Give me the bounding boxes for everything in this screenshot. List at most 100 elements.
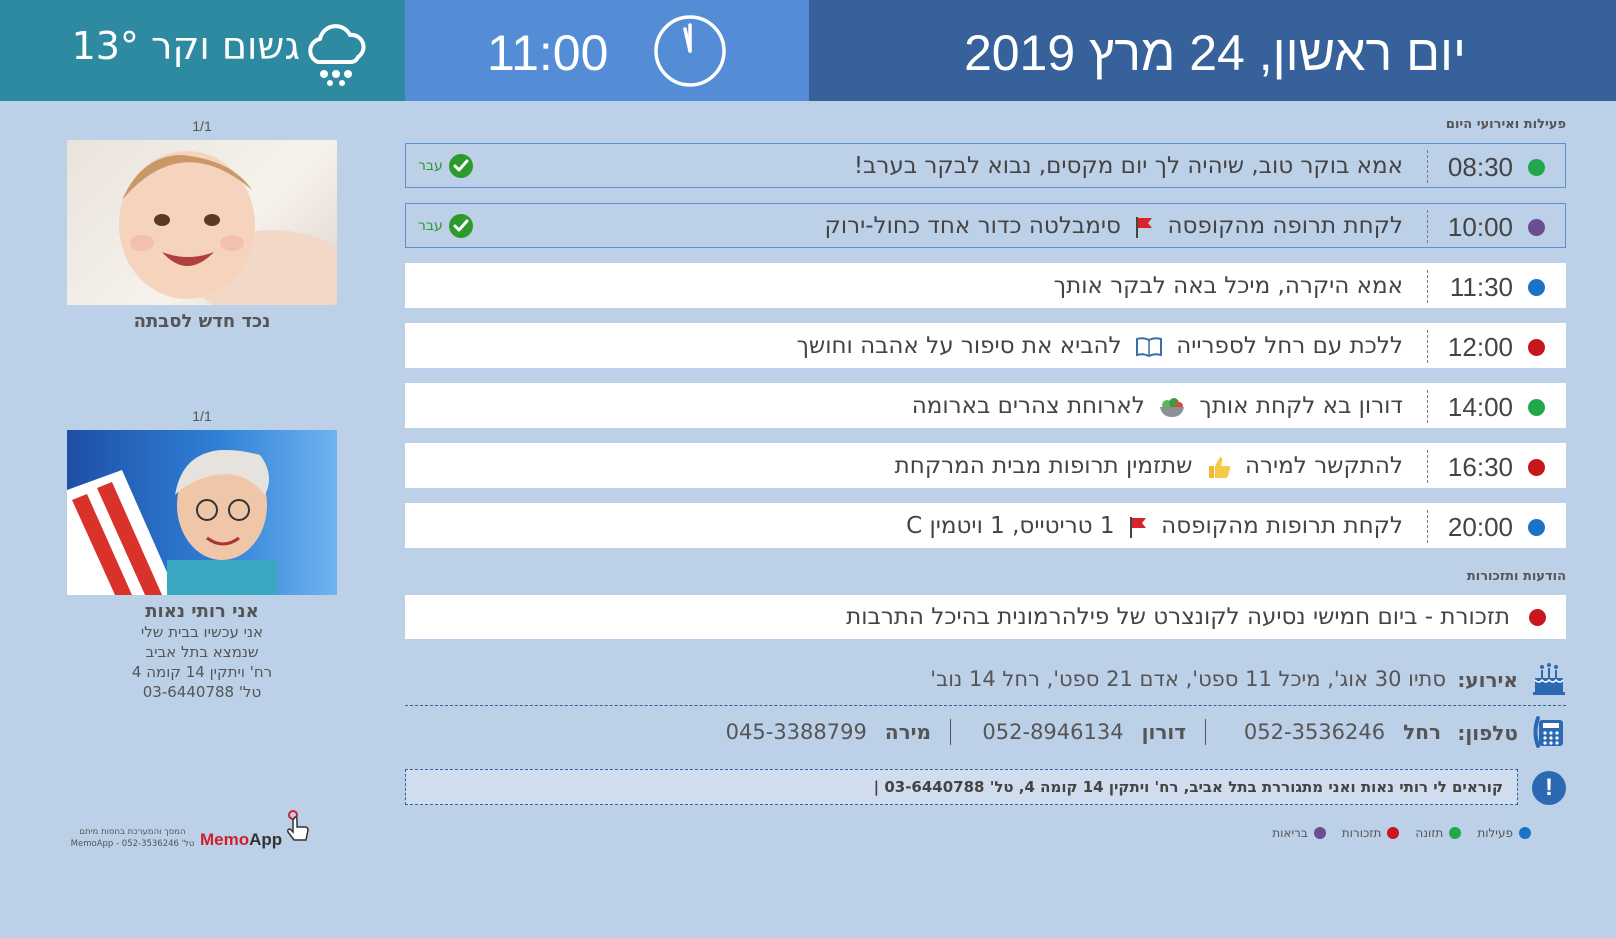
grandmother-photo [67, 430, 337, 595]
event-text-part: לקחת תרופה מהקופסה [1167, 213, 1403, 239]
contact-number: 052-3536246 [1243, 720, 1386, 744]
birthdays-text: סתיו 30 אוג', מיכל 11 ספט', אדם 21 ספט',… [930, 667, 1446, 691]
legend-dot [1313, 827, 1326, 839]
category-dot [1528, 519, 1545, 536]
contact-rachel[interactable]: רחל 052-3536246 [1244, 720, 1441, 744]
exclamation-icon: ! [1532, 771, 1566, 805]
events-list: 08:30 אמא בוקר טוב, שיהיה לך יום מקסים, … [405, 143, 1566, 563]
weather-panel: גשום וקר 13° [0, 0, 405, 101]
event-text-part: להביא את סיפור על אהבה וחושך [796, 333, 1122, 359]
profile-line: שנמצא בתל אביב [145, 643, 259, 661]
legend-item-nutrition: תזונה [1415, 826, 1462, 840]
photo-caption: נכד חדש לסבתה [133, 311, 271, 332]
legend-dot [1449, 827, 1462, 839]
event-text-part: לקחת תרופות מהקופסה [1161, 513, 1403, 539]
rain-cloud-icon [308, 24, 366, 86]
divider [1427, 150, 1428, 183]
event-row[interactable]: 11:30 אמא היקרה, מיכל באה לבקר אותך [405, 263, 1566, 308]
info-row: ! קוראים לי רותי נאות ואני מתגוררת בתל א… [405, 769, 1566, 805]
event-text-part: 1 טריטייס, 1 ויטמין C [906, 513, 1115, 539]
contact-name: רחל [1403, 720, 1441, 744]
category-dot [1528, 339, 1545, 356]
profile-line: רח' ויתקין 14 קומה 4 [131, 663, 273, 681]
current-time: 11:00 [487, 25, 609, 81]
divider [1427, 510, 1428, 543]
event-row[interactable]: 10:00 לקחת תרופה מהקופסה סימבלטה כדור אח… [405, 203, 1566, 248]
event-time: 08:30 [1447, 152, 1513, 182]
done-badge: עבר [418, 214, 473, 238]
event-text: אמא בוקר טוב, שיהיה לך יום מקסים, נבוא ל… [853, 153, 1403, 179]
profile-line: אני עכשיו בבית שלי [140, 623, 264, 641]
telephone-icon [1533, 716, 1563, 748]
info-box: קוראים לי רותי נאות ואני מתגוררת בתל אבי… [405, 769, 1518, 805]
events-birthdays-row: אירוע: סתיו 30 אוג', מיכל 11 ספט', אדם 2… [405, 660, 1566, 706]
done-label: עבר [418, 158, 443, 174]
event-row[interactable]: 08:30 אמא בוקר טוב, שיהיה לך יום מקסים, … [405, 143, 1566, 188]
contact-name: מירה [884, 720, 931, 744]
salad-bowl-icon [1160, 397, 1185, 417]
divider [1427, 210, 1428, 243]
event-text-part: ללכת עם רחל לספרייה [1176, 333, 1403, 359]
done-badge: עבר [418, 154, 473, 178]
divider [1427, 330, 1428, 363]
contact-doron[interactable]: דורון 052-8946134 [982, 720, 1186, 744]
photo-card-profile[interactable]: 1/1 אני רותי נאות אני עכשיו בבית שלי שנמ… [66, 408, 338, 702]
date-panel: יום ראשון, 24 מרץ 2019 [809, 0, 1616, 101]
event-text: דורון בא לקחת אותך לארוחת צהרים בארומה [912, 393, 1403, 419]
pointing-hand-icon [287, 810, 309, 841]
header: גשום וקר 13° 11:00 יום ראשון, 24 מרץ 201… [0, 0, 1616, 101]
event-text: לקחת תרופה מהקופסה סימבלטה כדור אחד כחול… [825, 213, 1404, 239]
event-row[interactable]: 16:30 להתקשר למירה שתזמין תרופות מבית המ… [405, 443, 1566, 488]
events-section-title: פעילות ואירועי היום [1445, 117, 1566, 132]
event-time: 10:00 [1447, 212, 1513, 242]
photo-counter: 1/1 [192, 408, 212, 424]
event-text: אמא היקרה, מיכל באה לבקר אותך [1053, 273, 1403, 299]
profile-line: טל' 03-6440788 [142, 683, 262, 701]
event-row[interactable]: 14:00 דורון בא לקחת אותך לארוחת צהרים בא… [405, 383, 1566, 428]
memoapp-logo: המסך והמערכת בחסות מיתם טל' 052-3536246 … [70, 810, 330, 856]
event-row[interactable]: 20:00 לקחת תרופות מהקופסה 1 טריטייס, 1 ו… [405, 503, 1566, 548]
notice-text: תזכורת - ביום חמישי נסיעה לקונצרט של פיל… [846, 604, 1510, 630]
divider [1427, 390, 1428, 423]
legend-item-health: בריאות [1272, 826, 1326, 840]
event-text: ללכת עם רחל לספרייה להביא את סיפור על אה… [797, 333, 1403, 359]
legend-dot [1387, 827, 1400, 839]
red-flag-icon [1129, 516, 1146, 538]
contact-mira[interactable]: מירה 045-3388799 [726, 720, 931, 744]
logo-sponsor-line: המסך והמערכת בחסות מיתם [79, 827, 186, 837]
divider [1427, 270, 1428, 303]
red-flag-icon [1136, 216, 1153, 238]
weather-text: גשום וקר 13° [71, 24, 300, 68]
time-panel: 11:00 [405, 0, 809, 101]
event-text-part: סימבלטה כדור אחד כחול-ירוק [824, 213, 1121, 239]
divider [1427, 450, 1428, 483]
logo-app: App [249, 830, 283, 849]
event-row[interactable]: 12:00 ללכת עם רחל לספרייה להביא את סיפור… [405, 323, 1566, 368]
category-dot [1528, 459, 1545, 476]
contact-number: 052-8946134 [982, 720, 1124, 744]
notice-row[interactable]: תזכורת - ביום חמישי נסיעה לקונצרט של פיל… [405, 595, 1566, 639]
category-dot [1528, 399, 1545, 416]
baby-photo [67, 140, 337, 305]
birthdays-label: אירוע: [1457, 668, 1518, 692]
event-text: להתקשר למירה שתזמין תרופות מבית המרקחת [895, 453, 1403, 480]
event-text-part: שתזמין תרופות מבית המרקחת [894, 453, 1193, 479]
event-text: לקחת תרופות מהקופסה 1 טריטייס, 1 ויטמין … [906, 513, 1403, 539]
legend-item-activities: פעילות [1477, 826, 1531, 840]
legend-label: בריאות [1272, 826, 1308, 840]
category-dot [1528, 219, 1545, 236]
legend-label: פעילות [1477, 826, 1513, 840]
logo-sponsor-text: המסך והמערכת בחסות מיתם טל' 052-3536246 … [70, 826, 195, 850]
current-date: יום ראשון, 24 מרץ 2019 [963, 25, 1466, 81]
done-label: עבר [418, 218, 443, 234]
phones-label: טלפון: [1457, 721, 1518, 745]
event-time: 12:00 [1447, 332, 1513, 362]
event-text-part: דורון בא לקחת אותך [1199, 393, 1403, 419]
phones-row: טלפון: רחל 052-3536246 דורון 052-8946134 מ… [405, 712, 1566, 752]
category-dot [1529, 609, 1546, 626]
check-icon [448, 214, 473, 238]
photo-card-grandchild[interactable]: 1/1 נכד חדש לסבתה [66, 118, 338, 332]
category-dot [1528, 159, 1545, 176]
birthday-cake-icon [1533, 663, 1565, 695]
contact-number: 045-3388799 [725, 720, 867, 744]
